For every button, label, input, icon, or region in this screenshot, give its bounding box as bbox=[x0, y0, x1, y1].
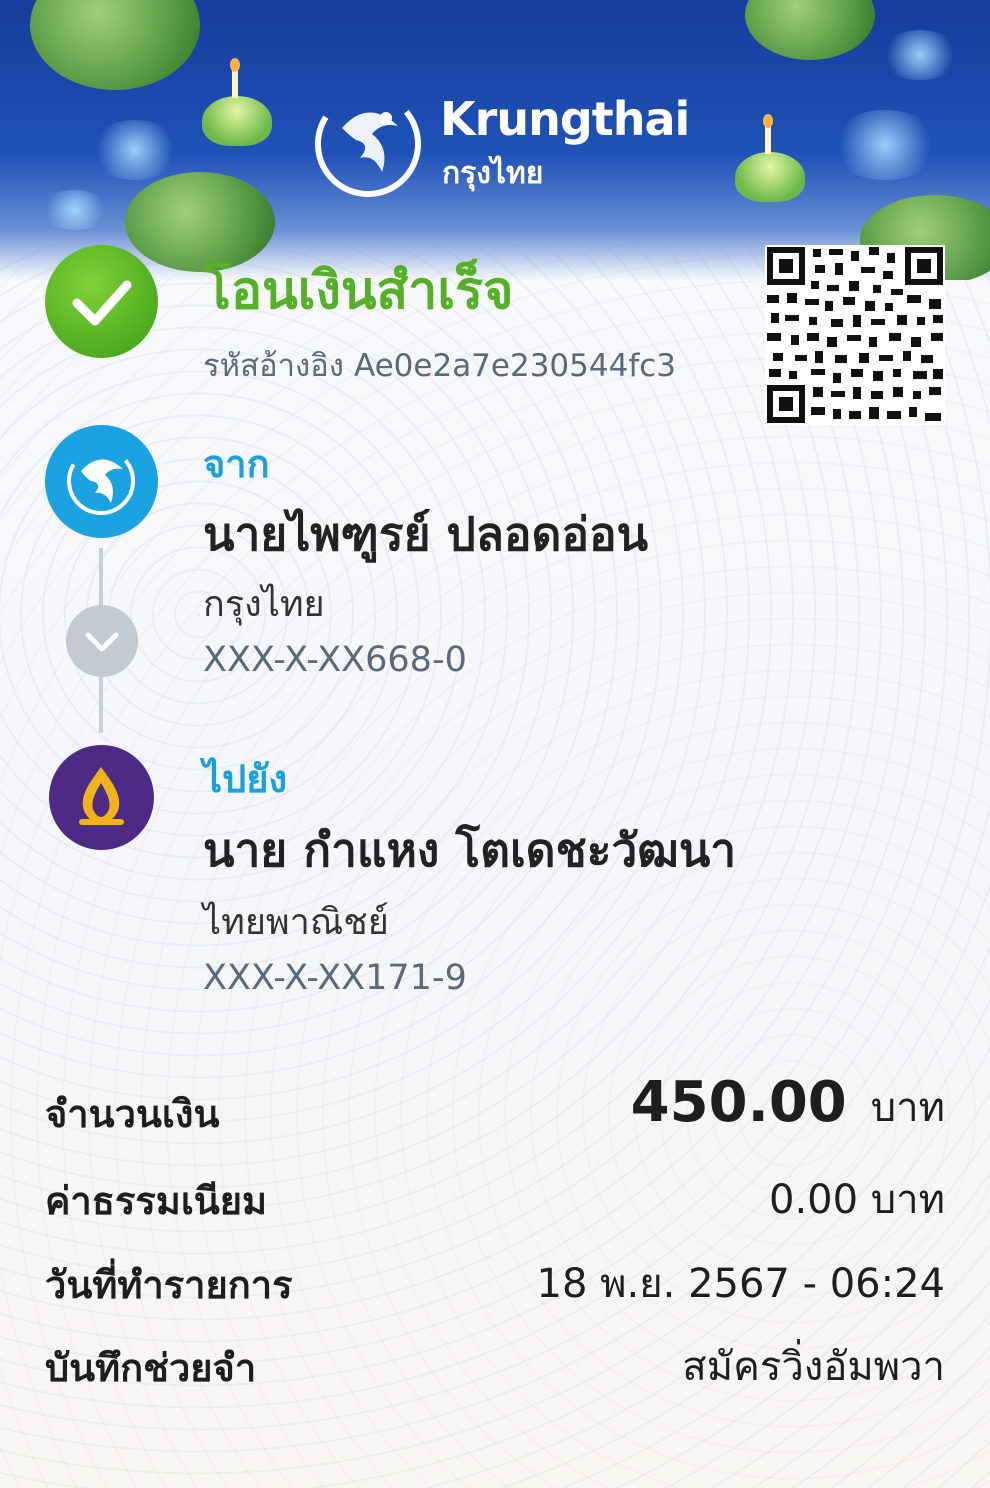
reference-line: รหัสอ้างอิง Ae0e2a7e230544fc3 bbox=[203, 340, 686, 390]
sender-bank: กรุงไทย bbox=[203, 584, 325, 625]
water-glow bbox=[90, 120, 180, 180]
reference-label: รหัสอ้างอิง bbox=[203, 348, 344, 384]
success-badge bbox=[45, 245, 158, 358]
lotus-leaf bbox=[745, 0, 875, 60]
scb-logo-icon bbox=[49, 745, 154, 850]
from-label: จาก bbox=[203, 442, 270, 486]
date-label: วันที่ทำรายการ bbox=[45, 1263, 293, 1307]
amount-label: จำนวนเงิน bbox=[45, 1092, 220, 1136]
header-banner: Krungthai กรุงไทย bbox=[0, 0, 990, 280]
water-glow bbox=[40, 190, 110, 230]
water-glow bbox=[880, 30, 960, 80]
brand-name-en: Krungthai bbox=[440, 92, 690, 146]
reference-code: Ae0e2a7e230544fc3 bbox=[353, 348, 677, 384]
date-value: 18 พ.ย. 2567 - 06:24 bbox=[536, 1261, 946, 1307]
to-label: ไปยัง bbox=[203, 757, 288, 801]
fee-label: ค่าธรรมเนียม bbox=[45, 1179, 268, 1223]
brand-logo: Krungthai กรุงไทย bbox=[312, 88, 692, 198]
fee-value: 0.00 บาท bbox=[769, 1177, 945, 1223]
recipient-account: XXX-X-XX171-9 bbox=[203, 958, 467, 998]
memo-value: สมัครวิ่งอัมพวา bbox=[682, 1344, 945, 1390]
memo-label: บันทึกช่วยจำ bbox=[45, 1346, 257, 1390]
brand-name-th: กรุงไทย bbox=[442, 156, 544, 191]
recipient-bank: ไทยพาณิชย์ bbox=[203, 902, 389, 943]
krungthai-bird-icon bbox=[315, 91, 421, 197]
check-icon bbox=[72, 280, 132, 326]
amount-unit: บาท bbox=[870, 1085, 945, 1131]
kratong-icon bbox=[735, 114, 805, 202]
water-glow bbox=[830, 110, 940, 180]
lotus-leaf bbox=[30, 0, 200, 90]
status-title: โอนเงินสำเร็จ bbox=[203, 261, 514, 321]
recipient-name: นาย กำแหง โตเดชะวัฒนา bbox=[203, 823, 737, 877]
amount-value: 450.00 bbox=[630, 1070, 847, 1135]
chevron-down-icon bbox=[85, 632, 119, 652]
sender-account: XXX-X-XX668-0 bbox=[203, 640, 467, 680]
amount-row-value: 450.00 บาท bbox=[631, 1070, 945, 1139]
sender-name: นายไพฑูรย์ ปลอดอ่อน bbox=[203, 507, 649, 561]
direction-indicator bbox=[66, 605, 138, 677]
krungthai-logo-icon bbox=[45, 425, 158, 538]
qr-code-icon[interactable] bbox=[765, 245, 945, 425]
kratong-icon bbox=[202, 58, 272, 146]
